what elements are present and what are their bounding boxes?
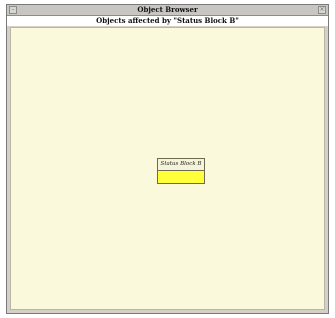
object-canvas[interactable]: Status Block B — [10, 27, 325, 310]
window-titlebar[interactable]: – Object Browser × — [7, 5, 328, 16]
object-browser-window: – Object Browser × Objects affected by "… — [6, 4, 329, 314]
close-icon[interactable]: × — [318, 6, 326, 14]
node-label: Status Block B — [158, 159, 204, 171]
window-title: Object Browser — [137, 5, 198, 14]
browser-subtitle: Objects affected by "Status Block B" — [7, 16, 328, 26]
object-node-status-block-b[interactable]: Status Block B — [157, 158, 205, 184]
